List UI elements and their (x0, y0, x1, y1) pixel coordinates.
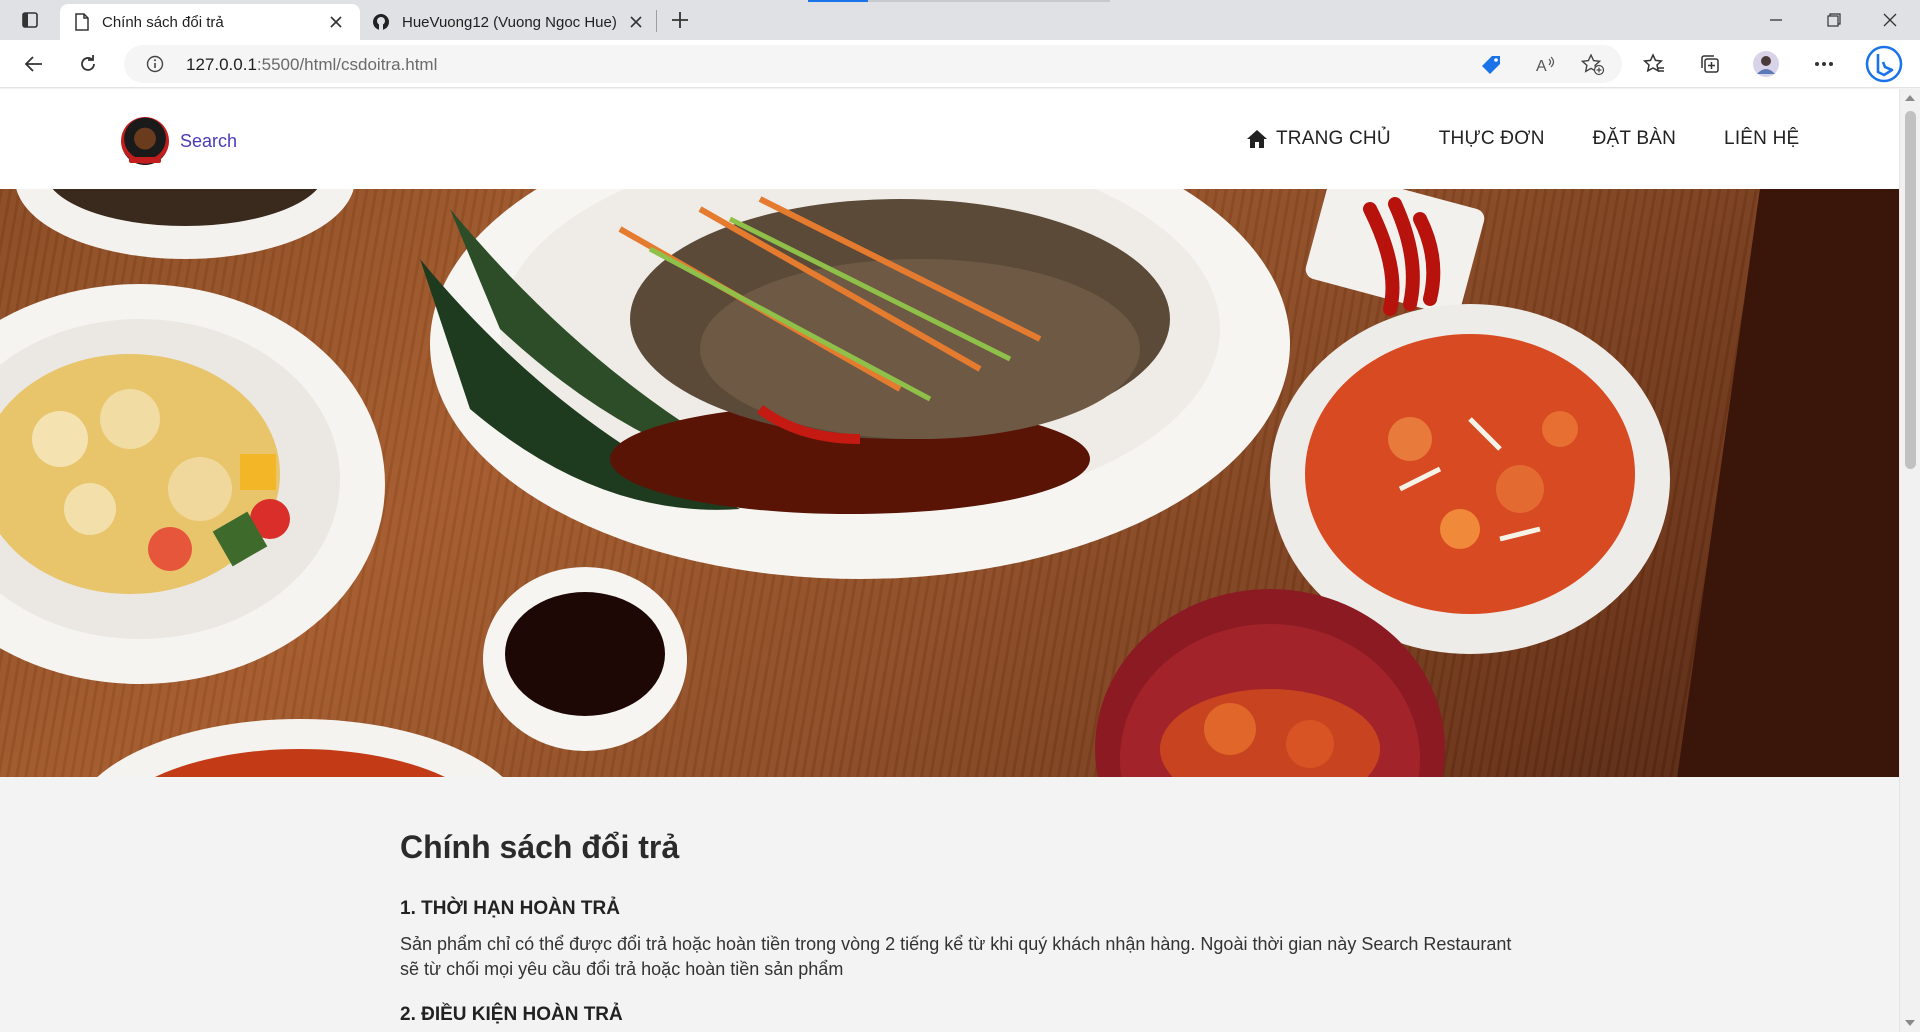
address-field[interactable]: 127.0.0.1:5500/html/csdoitra.html A (124, 45, 1622, 83)
tab-title: HueVuong12 (Vuong Ngoc Hue) (402, 13, 617, 31)
close-tab-icon[interactable] (626, 12, 646, 32)
scroll-down-arrow-icon[interactable] (1905, 1020, 1915, 1026)
tab-strip-indicator (868, 0, 1110, 2)
brand-link[interactable]: Search (180, 131, 237, 152)
nav-item-trang-chu[interactable]: TRANG CHỦ (1246, 128, 1391, 150)
scrollbar-thumb[interactable] (1905, 111, 1916, 469)
github-icon (373, 14, 389, 30)
back-button[interactable] (16, 46, 52, 82)
tab-github[interactable]: HueVuong12 (Vuong Ngoc Hue) (360, 4, 656, 40)
close-tab-icon[interactable] (326, 12, 346, 32)
nav-label: ĐẶT BÀN (1592, 128, 1677, 149)
section-title-thoi-han: 1. THỜI HẠN HOÀN TRẢ (400, 898, 620, 919)
svg-text:A: A (1536, 58, 1547, 75)
read-aloud-icon[interactable]: A (1535, 55, 1557, 75)
restore-icon (1827, 13, 1841, 27)
nav-label: TRANG CHỦ (1276, 128, 1391, 149)
bing-chat-button[interactable] (1864, 44, 1904, 84)
info-icon[interactable] (146, 55, 164, 73)
nav-item-lien-he[interactable]: LIÊN HỆ (1724, 128, 1799, 150)
hero-banner-image (0, 189, 1899, 777)
more-dots-icon (1815, 62, 1833, 66)
collections-icon (1701, 55, 1719, 73)
profile-button[interactable] (1748, 46, 1784, 82)
avatar (1753, 51, 1779, 77)
policy-content: Chính sách đổi trả 1. THỜI HẠN HOÀN TRẢ … (400, 829, 1530, 1026)
settings-more-button[interactable] (1806, 46, 1842, 82)
tab-separator (656, 10, 657, 32)
close-icon (1883, 13, 1897, 27)
tab-actions-icon (22, 12, 38, 28)
favorites-icon (1643, 53, 1664, 73)
reload-icon (81, 55, 95, 71)
page-icon (75, 13, 89, 31)
collections-button[interactable] (1692, 46, 1728, 82)
url-path: :5500/html/csdoitra.html (256, 55, 438, 74)
bing-icon (1865, 45, 1903, 83)
section-body-thoi-han: Sản phẩm chỉ có thể được đổi trả hoặc ho… (400, 934, 1512, 979)
minimize-icon (1770, 19, 1782, 21)
nav-label: LIÊN HỆ (1724, 128, 1800, 149)
nav-item-thuc-don[interactable]: THỰC ĐƠN (1439, 128, 1545, 150)
address-bar-row: 127.0.0.1:5500/html/csdoitra.html A (0, 40, 1920, 88)
reload-button[interactable] (70, 46, 106, 82)
url-text: 127.0.0.1:5500/html/csdoitra.html (186, 55, 437, 75)
new-tab-button[interactable] (662, 0, 698, 40)
tab-actions-button[interactable] (12, 0, 48, 40)
home-icon (1247, 130, 1267, 148)
minimize-button[interactable] (1756, 0, 1796, 40)
shopping-tag-icon[interactable] (1480, 54, 1502, 76)
close-window-button[interactable] (1870, 0, 1910, 40)
page-title: Chính sách đổi trả (400, 829, 680, 865)
main-nav: TRANG CHỦ THỰC ĐƠN ĐẶT BÀN LIÊN HỆ (1246, 89, 1799, 189)
restore-button[interactable] (1814, 0, 1854, 40)
food-table-illustration (0, 189, 1670, 777)
favorites-button[interactable] (1636, 46, 1672, 82)
browser-tab-bar: Chính sách đổi trả HueVuong12 (Vuong Ngo… (0, 0, 1920, 40)
tab-strip-accent (808, 0, 868, 2)
plus-icon (672, 12, 688, 28)
tab-title: Chính sách đổi trả (102, 13, 224, 31)
restaurant-logo[interactable] (121, 117, 169, 165)
page-scrollbar[interactable] (1899, 89, 1920, 1032)
section-title-dieu-kien: 2. ĐIỀU KIỆN HOÀN TRẢ (400, 1004, 623, 1025)
add-favorite-icon[interactable] (1581, 54, 1605, 76)
url-host: 127.0.0.1 (186, 55, 257, 74)
site-header: Search TRANG CHỦ THỰC ĐƠN ĐẶT BÀN LIÊN H… (0, 89, 1899, 189)
back-arrow-icon (24, 56, 42, 72)
scroll-up-arrow-icon[interactable] (1905, 95, 1915, 101)
page-viewport: Search TRANG CHỦ THỰC ĐƠN ĐẶT BÀN LIÊN H… (0, 89, 1899, 1032)
tab-chinh-sach[interactable]: Chính sách đổi trả (60, 4, 360, 40)
nav-item-dat-ban[interactable]: ĐẶT BÀN (1593, 128, 1676, 150)
nav-label: THỰC ĐƠN (1438, 128, 1545, 149)
